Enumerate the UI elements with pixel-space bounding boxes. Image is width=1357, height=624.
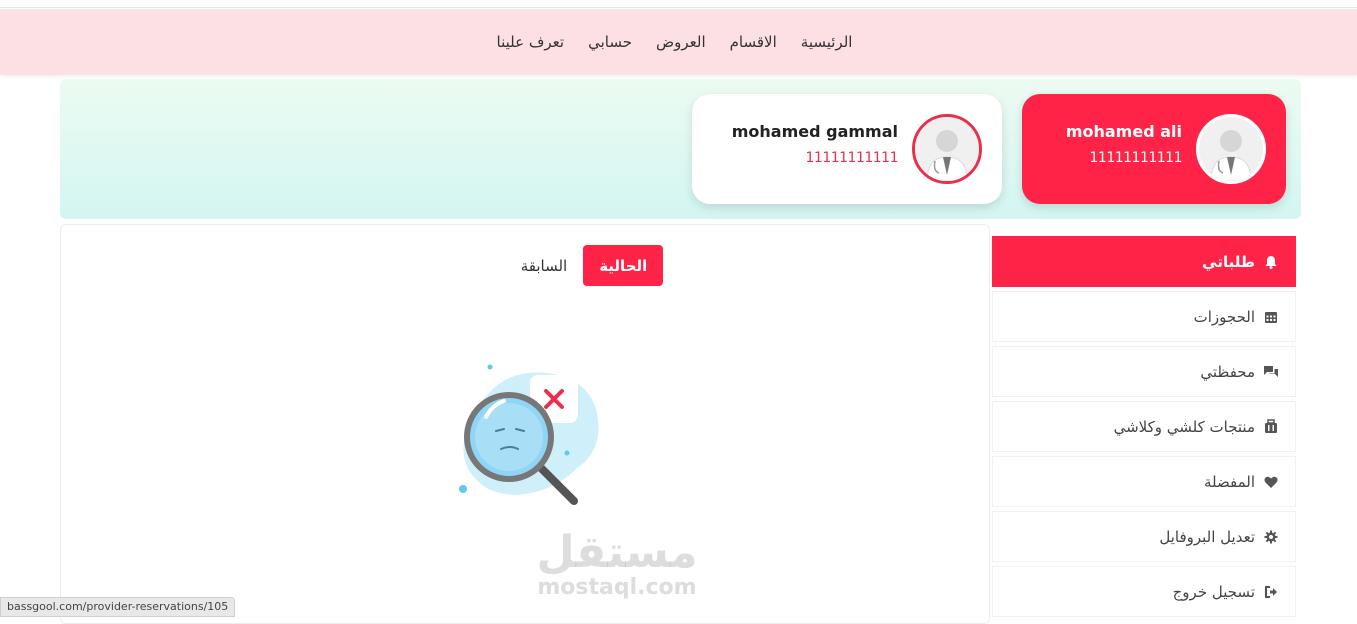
nav-links: الرئيسية الاقسام العروض حسابي تعرف علينا — [0, 9, 1357, 75]
profile-name: mohamed ali — [1065, 122, 1182, 141]
sidebar-item-label: طلباتي — [1202, 252, 1255, 271]
avatar — [1196, 114, 1266, 184]
sidebar-item-products[interactable]: منتجات كلشي وكلاشي — [992, 401, 1296, 452]
sidebar-item-my-orders[interactable]: طلباتي — [992, 236, 1296, 287]
sign-out-icon — [1263, 584, 1279, 600]
heart-icon — [1263, 474, 1279, 490]
sidebar-item-label: محفظتي — [1200, 362, 1255, 381]
sidebar-item-label: تسجيل خروج — [1172, 582, 1255, 601]
profile-banner: mohamed ali 11111111111 mohamed gammal 1… — [60, 79, 1301, 219]
luggage-icon — [1263, 418, 1279, 435]
account-sidebar: طلباتي الحجوزات محفظتي منتجات كلشي وكلاش… — [992, 236, 1296, 621]
sidebar-item-label: منتجات كلشي وكلاشي — [1113, 417, 1255, 436]
nav-about-us[interactable]: تعرف علينا — [497, 33, 565, 51]
orders-panel: الحالية السابقة — [60, 224, 990, 624]
profile-name: mohamed gammal — [731, 122, 898, 141]
profile-card-active[interactable]: mohamed ali 11111111111 — [1022, 94, 1286, 204]
sidebar-item-label: الحجوزات — [1193, 307, 1255, 326]
status-bar-url: bassgool.com/provider-reservations/105 — [0, 597, 236, 617]
sidebar-item-favorites[interactable]: المفضلة — [992, 456, 1296, 507]
nav-home[interactable]: الرئيسية — [801, 33, 853, 51]
top-navbar: الرئيسية الاقسام العروض حسابي تعرف علينا — [0, 9, 1357, 75]
doctor-avatar-icon — [915, 117, 979, 181]
calendar-icon — [1263, 309, 1279, 325]
orders-tabs: الحالية السابقة — [61, 245, 991, 286]
nav-my-account[interactable]: حسابي — [588, 33, 632, 51]
nav-categories[interactable]: الاقسام — [730, 33, 777, 51]
nav-offers[interactable]: العروض — [656, 33, 706, 51]
sidebar-item-label: المفضلة — [1203, 472, 1255, 491]
sidebar-item-logout[interactable]: تسجيل خروج — [992, 566, 1296, 617]
sidebar-item-bookings[interactable]: الحجوزات — [992, 291, 1296, 342]
tab-current[interactable]: الحالية — [583, 245, 664, 286]
doctor-avatar-icon — [1199, 117, 1263, 181]
empty-search-illustration-icon — [459, 364, 599, 505]
sidebar-item-wallet[interactable]: محفظتي — [992, 346, 1296, 397]
sidebar-item-edit-profile[interactable]: تعديل البروفايل — [992, 511, 1296, 562]
chat-icon — [1263, 364, 1279, 380]
bell-icon — [1263, 254, 1279, 270]
profile-phone: 11111111111 — [805, 150, 899, 166]
tab-previous[interactable]: السابقة — [519, 245, 570, 286]
sidebar-item-label: تعديل البروفايل — [1159, 527, 1255, 546]
profile-card-inactive[interactable]: mohamed gammal 11111111111 — [692, 94, 1002, 204]
avatar — [912, 114, 982, 184]
gear-icon — [1263, 529, 1279, 545]
top-edge — [0, 0, 1357, 8]
profile-phone: 11111111111 — [1089, 150, 1183, 166]
profile-info: mohamed ali 11111111111 — [1065, 122, 1183, 166]
profile-info: mohamed gammal 11111111111 — [731, 122, 899, 166]
